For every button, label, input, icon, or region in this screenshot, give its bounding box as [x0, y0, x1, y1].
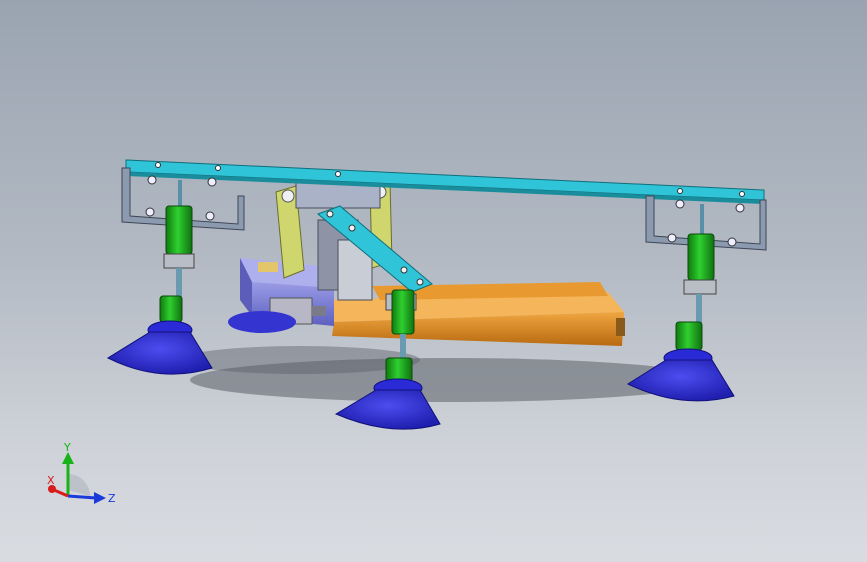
floor-shadow [180, 346, 710, 402]
axis-x-line [53, 488, 69, 498]
triad-plane [68, 474, 90, 496]
cad-viewport[interactable]: Y X Z [0, 0, 867, 562]
axis-z-line [67, 494, 97, 500]
orientation-triad[interactable]: Y X Z [38, 440, 118, 510]
top-frame-bar [125, 159, 765, 204]
axis-z-arrow [94, 492, 106, 504]
axis-y-label: Y [63, 441, 71, 454]
axis-x-label: X [47, 474, 55, 487]
gripper-assembly-model[interactable] [0, 0, 867, 562]
axis-z-label: Z [108, 492, 116, 505]
